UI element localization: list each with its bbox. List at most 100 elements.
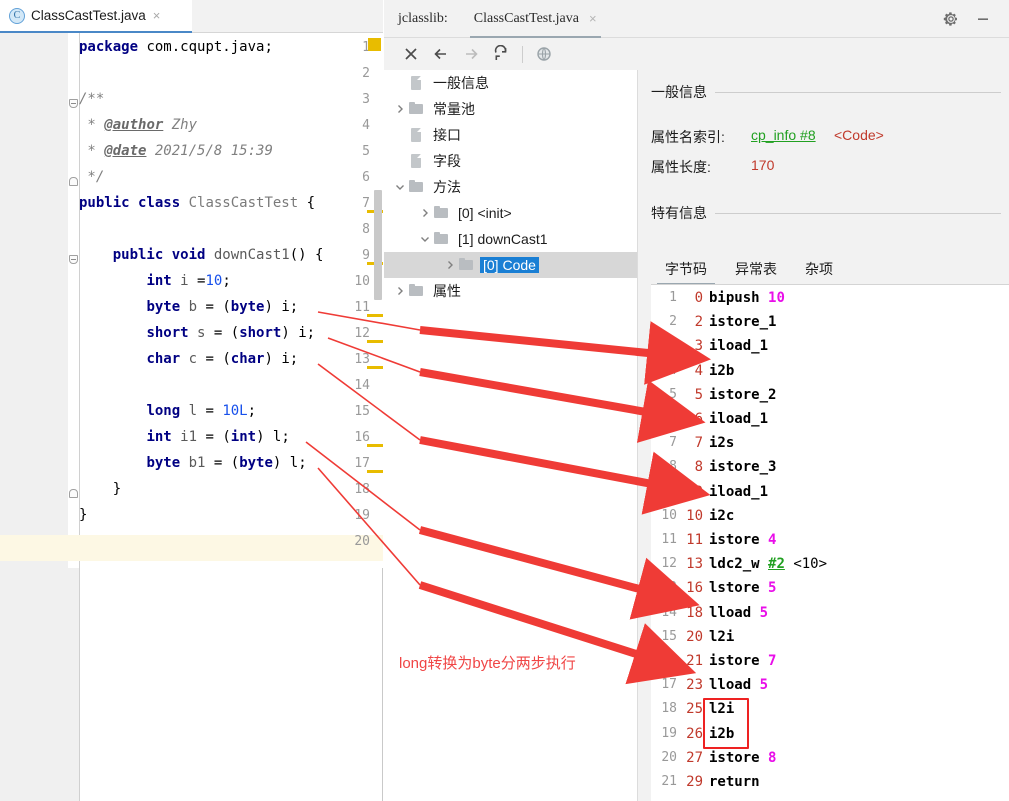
browse-web-button[interactable] — [529, 40, 559, 68]
class-structure-tree[interactable]: 一般信息 常量池 接口 字段 方法 [0] <init> [1] downCast1 [0] … — [384, 70, 638, 801]
chevron-right-icon[interactable] — [392, 283, 408, 299]
bytecode-instruction: i2c — [709, 507, 735, 524]
marker-dash-6[interactable] — [367, 444, 383, 447]
bytecode-row[interactable]: 8 8 istore_3 — [651, 459, 1009, 480]
back-button[interactable] — [426, 40, 456, 68]
code-line[interactable]: long l = 10L; — [79, 404, 256, 418]
bytecode-instruction: istore_2 — [709, 386, 777, 403]
fold-marker-method-start[interactable] — [69, 255, 78, 264]
bytecode-row-index: 13 — [661, 580, 677, 596]
bytecode-row[interactable]: 5 5 istore_2 — [651, 387, 1009, 408]
reload-button[interactable] — [486, 40, 516, 68]
tab-bytecode[interactable]: 字节码 — [651, 259, 721, 285]
tree-item-method-downcast1[interactable]: [1] downCast1 — [384, 226, 637, 252]
code-line[interactable]: byte b = (byte) i; — [79, 300, 298, 314]
close-icon[interactable]: × — [153, 9, 161, 22]
minimize-icon[interactable] — [975, 11, 991, 27]
code-line[interactable]: byte b1 = (byte) l; — [79, 456, 306, 470]
bytecode-listing[interactable]: 1 0 bipush 10 2 2 istore_1 3 3 iload_1 4 4 i2b 5 5 ist… — [651, 285, 1009, 801]
bytecode-row[interactable]: 14 18 lload 5 — [651, 605, 1009, 626]
bytecode-instruction: iload_1 — [709, 483, 769, 500]
bytecode-row-index: 5 — [669, 386, 677, 402]
code-line[interactable]: int i =10; — [79, 274, 230, 288]
tree-item-general-info[interactable]: 一般信息 — [384, 70, 637, 96]
bytecode-offset: 0 — [694, 290, 703, 306]
bytecode-row[interactable]: 12 13 ldc2_w #2 <10> — [651, 556, 1009, 577]
bytecode-row[interactable]: 3 3 iload_1 — [651, 338, 1009, 359]
chevron-right-icon[interactable] — [442, 257, 458, 273]
tree-item-interfaces[interactable]: 接口 — [384, 122, 637, 148]
code-line[interactable]: public void downCast1() { — [79, 248, 324, 262]
marker-dash-5[interactable] — [367, 366, 383, 369]
bytecode-row[interactable]: 1 0 bipush 10 — [651, 290, 1009, 311]
code-line[interactable]: package com.cqupt.java; — [79, 40, 273, 54]
editor-tab-label: ClassCastTest.java — [31, 8, 146, 23]
code-line[interactable]: public class ClassCastTest { — [79, 196, 315, 210]
tab-exception-table[interactable]: 异常表 — [721, 259, 791, 285]
close-icon[interactable]: × — [589, 11, 597, 26]
tree-item-fields[interactable]: 字段 — [384, 148, 637, 174]
code-line[interactable]: * @author Zhy — [79, 118, 197, 132]
jclasslib-toolbar — [384, 38, 1009, 70]
chevron-right-icon[interactable] — [392, 101, 408, 117]
bytecode-row[interactable]: 20 27 istore 8 — [651, 750, 1009, 771]
code-line[interactable]: } — [79, 508, 87, 522]
bytecode-row[interactable]: 6 6 iload_1 — [651, 411, 1009, 432]
code-line[interactable]: * @date 2021/5/8 15:39 — [79, 144, 272, 158]
file-icon — [408, 153, 424, 169]
bytecode-row[interactable]: 21 29 return — [651, 774, 1009, 795]
close-button[interactable] — [396, 40, 426, 68]
bytecode-row[interactable]: 4 4 i2b — [651, 363, 1009, 384]
code-line[interactable]: */ — [79, 170, 104, 184]
marker-dash-4[interactable] — [367, 340, 383, 343]
bytecode-row[interactable]: 2 2 istore_1 — [651, 314, 1009, 335]
marker-dash-7[interactable] — [367, 470, 383, 473]
cp-info-link[interactable]: cp_info #8 — [751, 127, 816, 143]
editor-scrollbar-thumb[interactable] — [374, 190, 382, 300]
chevron-right-icon[interactable] — [417, 205, 433, 221]
bytecode-offset: 27 — [686, 749, 703, 766]
chevron-down-icon[interactable] — [417, 231, 433, 247]
bytecode-row[interactable]: 7 7 i2s — [651, 435, 1009, 456]
bytecode-offset: 5 — [694, 386, 703, 403]
bytecode-row[interactable]: 16 21 istore 7 — [651, 653, 1009, 674]
bytecode-row[interactable]: 9 9 iload_1 — [651, 484, 1009, 505]
editor-tab-classcasttest[interactable]: C ClassCastTest.java × — [0, 0, 192, 33]
editor-gutter[interactable] — [0, 33, 68, 568]
marker-block-warning[interactable] — [368, 38, 381, 51]
code-line[interactable]: char c = (char) i; — [79, 352, 298, 366]
bytecode-instruction: istore_1 — [709, 314, 777, 331]
code-line[interactable]: /** — [79, 92, 104, 106]
bytecode-row[interactable]: 15 20 l2i — [651, 629, 1009, 650]
marker-dash-3[interactable] — [367, 314, 383, 317]
bytecode-row[interactable]: 17 23 lload 5 — [651, 677, 1009, 698]
chevron-down-icon[interactable] — [392, 179, 408, 195]
attribute-detail-pane: 一般信息 属性名索引: cp_info #8 <Code> 属性长度: 170 … — [639, 70, 1009, 801]
tool-window-tab[interactable]: ClassCastTest.java × — [469, 0, 601, 38]
tab-misc[interactable]: 杂项 — [791, 259, 847, 285]
folder-icon — [408, 179, 424, 195]
tree-item-method-init[interactable]: [0] <init> — [384, 200, 637, 226]
bytecode-row-index: 3 — [669, 338, 677, 354]
editor-marker-strip[interactable] — [365, 33, 383, 568]
bytecode-row[interactable]: 11 11 istore 4 — [651, 532, 1009, 553]
bytecode-offset: 2 — [694, 314, 703, 331]
fold-marker-javadoc-end[interactable] — [69, 177, 78, 186]
bytecode-row[interactable]: 10 10 i2c — [651, 508, 1009, 529]
code-line[interactable]: short s = (short) i; — [79, 326, 315, 340]
tree-item-methods[interactable]: 方法 — [384, 174, 637, 200]
bytecode-row-index: 7 — [669, 435, 677, 451]
bytecode-row[interactable]: 13 16 lstore 5 — [651, 580, 1009, 601]
code-line[interactable]: int i1 = (int) l; — [79, 430, 289, 444]
tree-item-constant-pool[interactable]: 常量池 — [384, 96, 637, 122]
gear-icon[interactable] — [943, 11, 959, 27]
fold-marker-javadoc-start[interactable] — [69, 99, 78, 108]
general-info-section-header: 一般信息 — [651, 82, 1001, 102]
fold-marker-method-end[interactable] — [69, 489, 78, 498]
bytecode-row-index: 21 — [661, 774, 677, 789]
tree-item-code-attribute[interactable]: [0] Code — [384, 252, 637, 278]
bytecode-row-index: 8 — [669, 459, 677, 475]
bytecode-offset: 23 — [686, 677, 703, 694]
tree-item-attributes[interactable]: 属性 — [384, 278, 637, 304]
code-line[interactable]: } — [79, 482, 121, 496]
